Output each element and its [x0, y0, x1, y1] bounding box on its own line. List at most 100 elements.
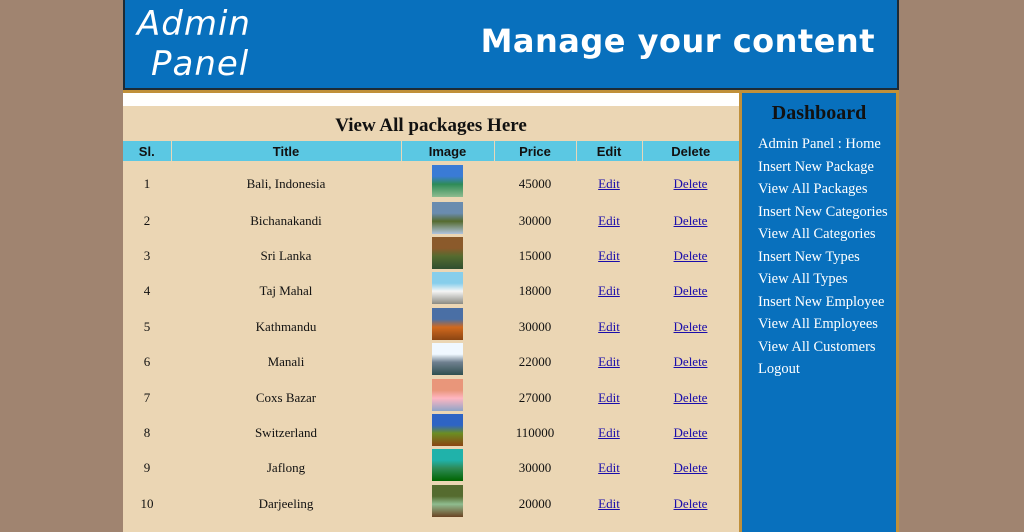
cell-delete: Delete — [642, 238, 739, 273]
delete-link[interactable]: Delete — [674, 460, 708, 475]
cell-price: 18000 — [518, 283, 552, 299]
edit-link[interactable]: Edit — [598, 213, 620, 228]
sidebar-item-insert-package[interactable]: Insert New Package — [758, 156, 896, 179]
cell-delete: Delete — [642, 380, 739, 415]
cell-image — [401, 414, 494, 450]
edit-link[interactable]: Edit — [598, 319, 620, 334]
cell-sl: 2 — [143, 212, 151, 228]
page-title: View All packages Here — [335, 115, 527, 136]
edit-link[interactable]: Edit — [598, 354, 620, 369]
col-header-title: Title — [171, 141, 402, 161]
edit-link[interactable]: Edit — [598, 248, 620, 263]
sidebar-item-view-employees[interactable]: View All Employees — [758, 313, 896, 336]
package-thumbnail-image — [432, 201, 463, 234]
delete-link[interactable]: Delete — [674, 213, 708, 228]
table-row: 1 Bali, Indonesia 45000 Edit Delete — [123, 161, 739, 203]
cell-edit: Edit — [576, 451, 642, 486]
col-header-delete: Delete — [642, 141, 739, 161]
cell-sl: 10 — [140, 495, 154, 511]
col-header-edit: Edit — [576, 141, 643, 161]
table-row: 5 Kathmandu 30000 Edit Delete — [123, 307, 739, 344]
edit-link[interactable]: Edit — [598, 496, 620, 511]
package-thumbnail-image — [432, 484, 463, 517]
cell-delete: Delete — [642, 415, 739, 450]
cell-price: 30000 — [518, 212, 552, 228]
main-content: View All packages Here Sl. Title Image P… — [123, 93, 739, 532]
site-header: Admin Panel Manage your content — [123, 0, 899, 90]
sidebar-item-insert-employee[interactable]: Insert New Employee — [758, 291, 896, 314]
content-top-strip — [123, 93, 739, 106]
delete-link[interactable]: Delete — [674, 496, 708, 511]
delete-link[interactable]: Delete — [674, 283, 708, 298]
sidebar-item-logout[interactable]: Logout — [758, 358, 896, 381]
table-row: 4 Taj Mahal 18000 Edit Delete — [123, 272, 739, 309]
edit-link[interactable]: Edit — [598, 390, 620, 405]
cell-edit: Edit — [576, 274, 642, 309]
table-row: 8 Switzerland 110000 Edit Delete — [123, 414, 739, 450]
cell-delete: Delete — [642, 345, 739, 380]
col-header-sl: Sl. — [123, 141, 172, 161]
cell-edit: Edit — [576, 380, 642, 415]
delete-link[interactable]: Delete — [674, 248, 708, 263]
sidebar-item-view-categories[interactable]: View All Categories — [758, 223, 896, 246]
cell-sl: 7 — [143, 389, 151, 405]
cell-edit: Edit — [576, 309, 642, 344]
cell-edit: Edit — [576, 345, 642, 380]
dashboard-sidebar: Dashboard Admin Panel : Home Insert New … — [739, 93, 899, 532]
delete-link[interactable]: Delete — [674, 390, 708, 405]
sidebar-item-admin-home[interactable]: Admin Panel : Home — [758, 133, 896, 156]
cell-delete: Delete — [642, 486, 739, 521]
edit-link[interactable]: Edit — [598, 425, 620, 440]
delete-link[interactable]: Delete — [674, 319, 708, 334]
col-header-price: Price — [494, 141, 577, 161]
sidebar-title: Dashboard — [771, 102, 867, 124]
cell-price: 30000 — [518, 318, 552, 334]
cell-title: Manali — [267, 354, 305, 370]
cell-price: 15000 — [518, 248, 552, 264]
cell-title: Jaflong — [266, 460, 306, 476]
sidebar-item-insert-types[interactable]: Insert New Types — [758, 246, 896, 269]
edit-link[interactable]: Edit — [598, 176, 620, 191]
cell-title: Kathmandu — [255, 318, 317, 334]
delete-link[interactable]: Delete — [674, 176, 708, 191]
cell-delete: Delete — [642, 274, 739, 309]
cell-image — [401, 161, 494, 203]
cell-title: Bichanakandi — [250, 212, 322, 228]
cell-image — [401, 307, 494, 344]
cell-price: 22000 — [518, 354, 552, 370]
logo-line-2: Panel — [151, 44, 250, 84]
delete-link[interactable]: Delete — [674, 425, 708, 440]
sidebar-item-insert-categories[interactable]: Insert New Categories — [758, 201, 896, 224]
cell-image — [401, 343, 494, 380]
cell-edit: Edit — [576, 161, 642, 203]
packages-table: Sl. Title Image Price Edit Delete 1 Bali,… — [123, 141, 739, 522]
package-thumbnail-image — [432, 237, 463, 270]
cell-price: 110000 — [515, 425, 555, 441]
cell-title: Sri Lanka — [260, 248, 312, 264]
cell-edit: Edit — [576, 415, 642, 450]
cell-price: 27000 — [518, 389, 552, 405]
cell-delete: Delete — [642, 309, 739, 344]
cell-sl: 1 — [143, 176, 151, 191]
cell-title: Switzerland — [254, 425, 318, 441]
table-row: 3 Sri Lanka 15000 Edit Delete — [123, 237, 739, 273]
edit-link[interactable]: Edit — [598, 460, 620, 475]
cell-sl: 4 — [143, 283, 151, 299]
table-row: 7 Coxs Bazar 27000 Edit Delete — [123, 378, 739, 415]
edit-link[interactable]: Edit — [598, 283, 620, 298]
cell-sl: 3 — [143, 248, 151, 264]
cell-edit: Edit — [576, 238, 642, 273]
cell-edit: Edit — [576, 203, 642, 238]
sidebar-item-view-customers[interactable]: View All Customers — [758, 336, 896, 359]
cell-image — [401, 378, 494, 415]
delete-link[interactable]: Delete — [674, 354, 708, 369]
cell-image — [401, 449, 494, 486]
cell-edit: Edit — [576, 486, 642, 521]
sidebar-item-view-types[interactable]: View All Types — [758, 268, 896, 291]
package-thumbnail-image — [432, 449, 463, 482]
cell-image — [401, 484, 494, 521]
package-thumbnail-image — [432, 414, 463, 447]
admin-panel-logo[interactable]: Admin Panel — [137, 4, 277, 84]
cell-title: Coxs Bazar — [255, 389, 317, 405]
sidebar-item-view-packages[interactable]: View All Packages — [758, 178, 896, 201]
